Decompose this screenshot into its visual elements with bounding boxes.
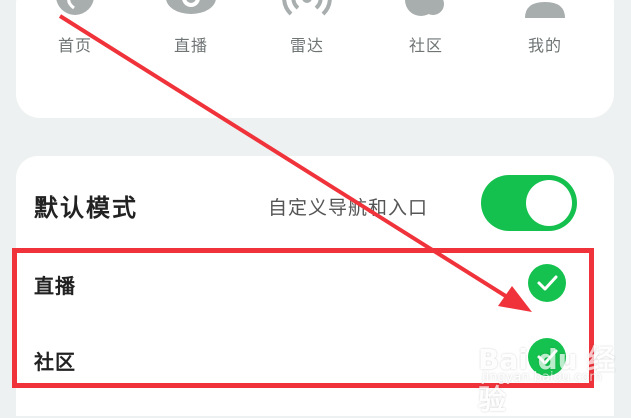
watermark: Bai du 经验 jingyan.baidu.com bbox=[472, 338, 622, 416]
watermark-url: jingyan.baidu.com bbox=[482, 370, 602, 385]
